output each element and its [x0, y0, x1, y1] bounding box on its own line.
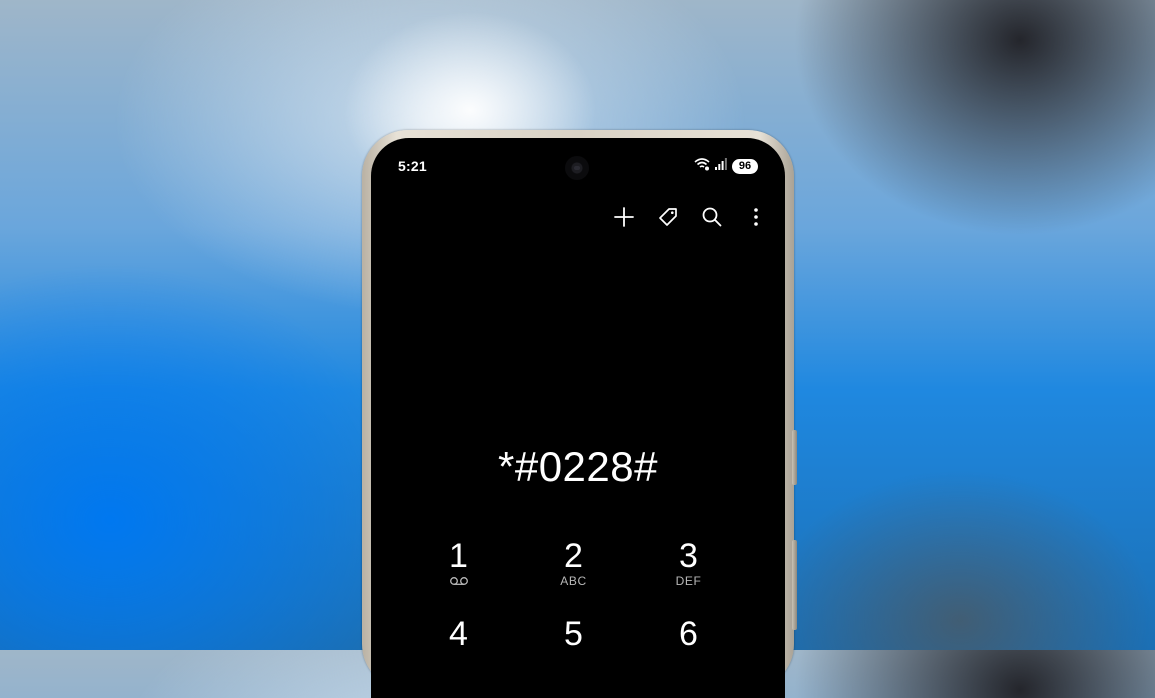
search-button[interactable]: [699, 206, 725, 232]
key-6[interactable]: 6: [631, 616, 746, 672]
key-digit: 5: [564, 615, 583, 653]
action-bar: [611, 206, 769, 232]
phone-screen: 5:21 96 *#0228# 1 2 ABC 3 DEF 4 5 6: [371, 138, 785, 698]
status-icons: 96: [694, 157, 758, 176]
key-letters: ABC: [560, 574, 587, 588]
status-bar: 5:21 96: [371, 138, 785, 180]
front-camera: [565, 156, 589, 180]
search-icon: [701, 206, 723, 233]
key-letters: DEF: [675, 574, 702, 588]
more-vert-icon: [752, 206, 760, 233]
key-digit: 1: [449, 537, 468, 575]
tag-button[interactable]: [655, 206, 681, 232]
key-digit: 3: [679, 537, 698, 575]
key-digit: 6: [679, 615, 698, 653]
voicemail-icon: [449, 574, 469, 588]
phone-device: 5:21 96 *#0228# 1 2 ABC 3 DEF 4 5 6: [362, 130, 797, 698]
add-contact-button[interactable]: [611, 206, 637, 232]
key-digit: 2: [564, 537, 583, 575]
battery-indicator: 96: [732, 158, 758, 174]
wifi-calling-icon: [694, 157, 710, 176]
volume-button: [792, 430, 797, 485]
dial-keypad: 1 2 ABC 3 DEF 4 5 6: [401, 538, 746, 672]
key-2[interactable]: 2 ABC: [516, 538, 631, 594]
signal-icon: [715, 157, 727, 175]
key-4[interactable]: 4: [401, 616, 516, 672]
dialed-number: *#0228#: [498, 443, 658, 490]
key-5[interactable]: 5: [516, 616, 631, 672]
key-1[interactable]: 1: [401, 538, 516, 594]
key-digit: 4: [449, 615, 468, 653]
power-button: [792, 540, 797, 630]
more-options-button[interactable]: [743, 206, 769, 232]
status-time: 5:21: [398, 158, 427, 174]
tag-icon: [657, 206, 679, 233]
key-3[interactable]: 3 DEF: [631, 538, 746, 594]
add-icon: [613, 206, 635, 233]
